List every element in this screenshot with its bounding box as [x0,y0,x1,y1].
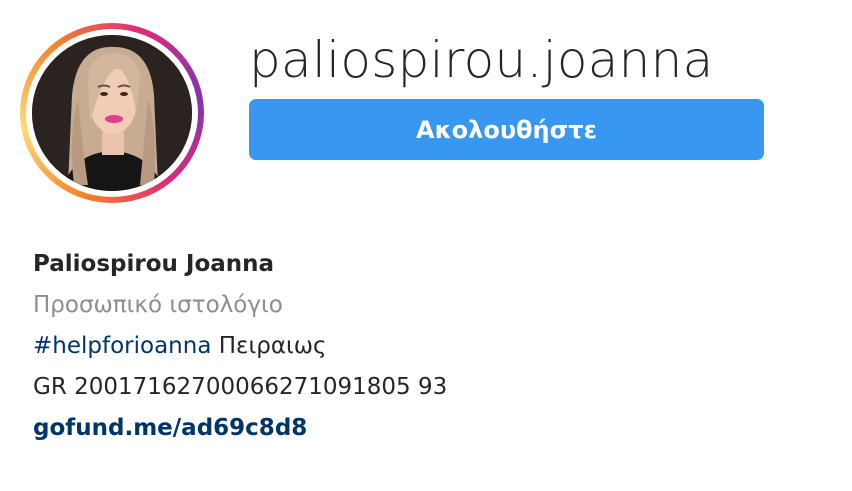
avatar-gap [26,29,198,197]
avatar-illustration [32,35,192,191]
bio-iban: GR 20017162700066271091805 93 [33,374,448,400]
profile-category: Προσωπικό ιστολόγιο [33,292,283,318]
bio-hashtag-suffix: Πειραιως [211,333,327,359]
website-link[interactable]: gofund.me/ad69c8d8 [33,408,447,449]
follow-button[interactable]: Ακολουθήστε [249,99,764,160]
story-ring[interactable] [20,23,204,203]
bio-hashtag-line: #helpforioanna Πειραιως [33,326,447,367]
profile-full-name: Paliospirou Joanna [33,251,275,277]
profile-bio: Paliospirou Joanna Προσωπικό ιστολόγιο #… [33,244,447,449]
bio-hashtag-link[interactable]: #helpforioanna [33,333,211,359]
profile-username: paliospirou.joanna [249,31,714,89]
avatar[interactable] [32,35,192,191]
